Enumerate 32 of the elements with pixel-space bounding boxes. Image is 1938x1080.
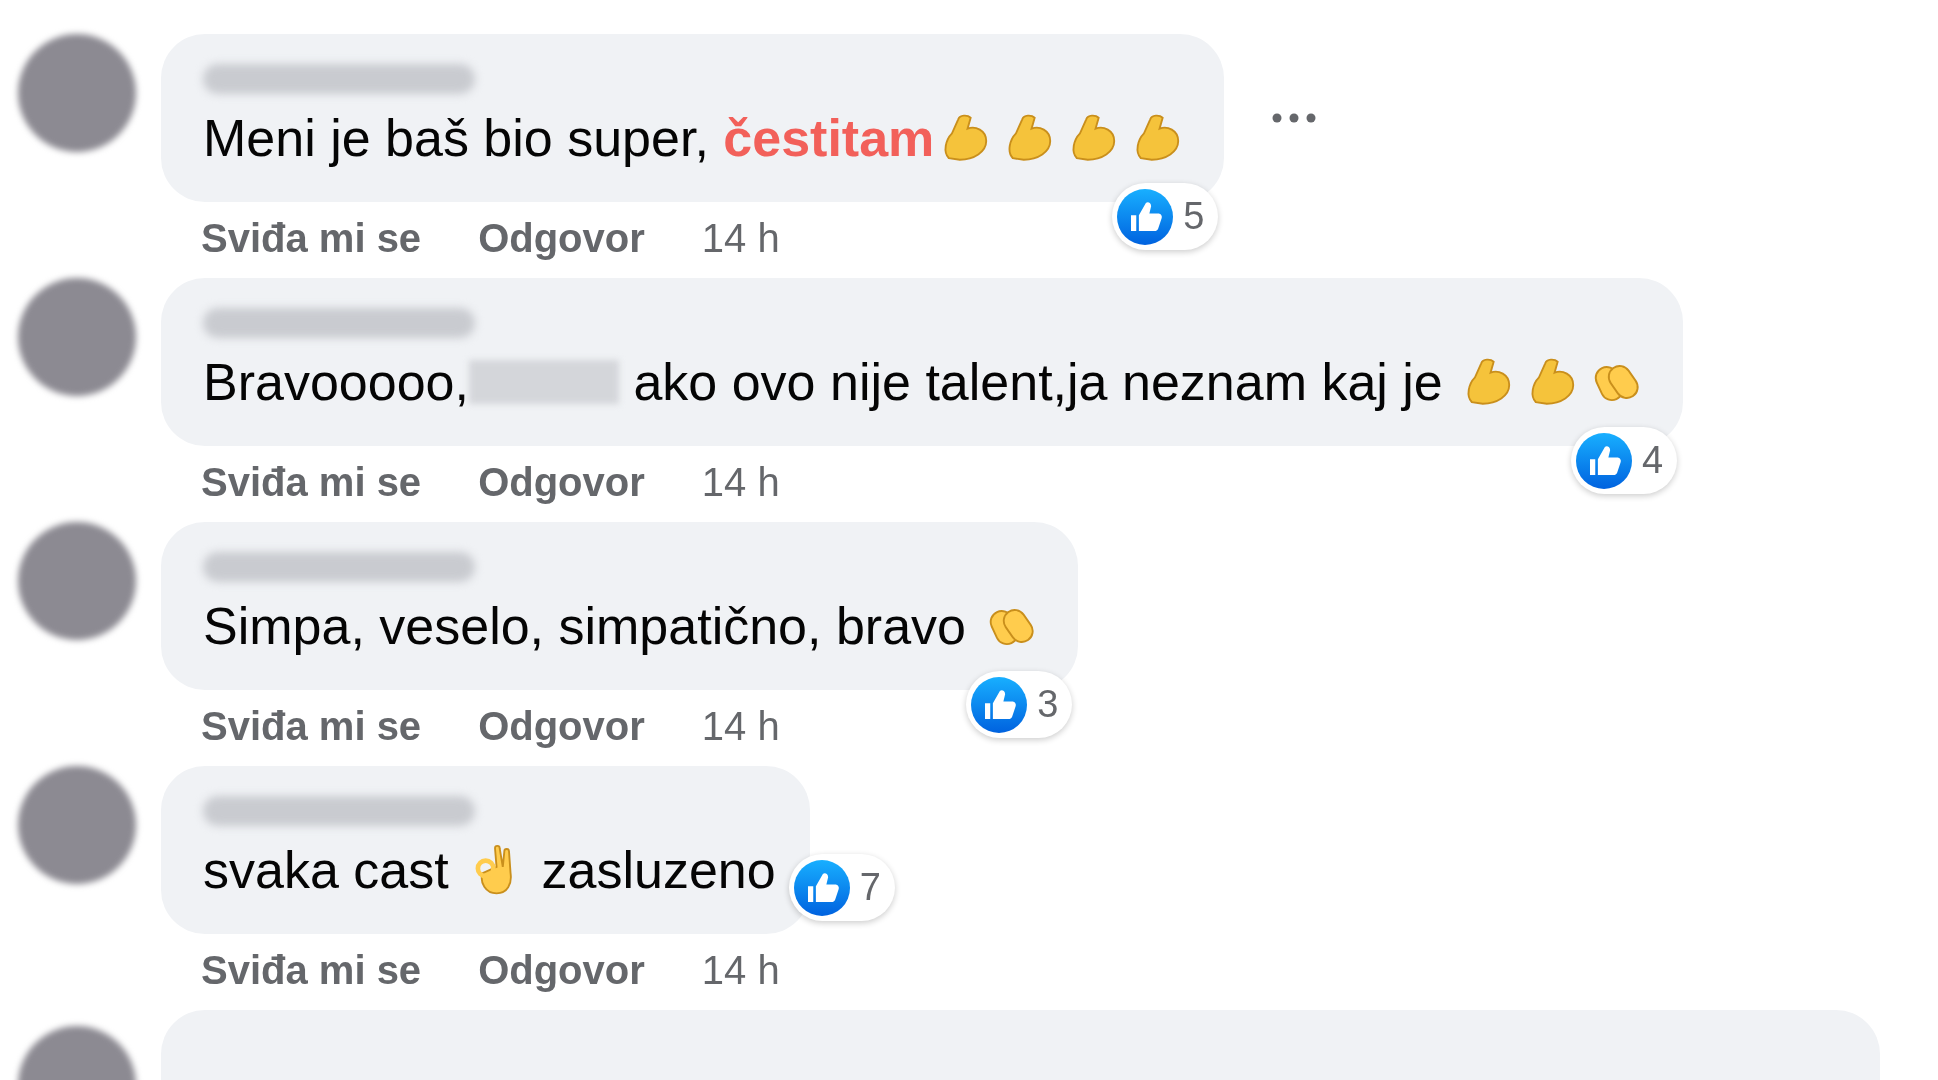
like-icon bbox=[971, 676, 1028, 733]
highlighted-word: čestitam bbox=[723, 108, 935, 169]
comment-text: svaka cast bbox=[203, 840, 450, 901]
reply-link[interactable]: Odgovor bbox=[478, 696, 645, 756]
like-link[interactable]: Sviđa mi se bbox=[201, 208, 422, 268]
more-options-icon[interactable] bbox=[1272, 113, 1317, 123]
reaction-count-badge[interactable]: 3 bbox=[966, 671, 1073, 738]
comment-time[interactable]: 14 h bbox=[701, 696, 780, 756]
comment-text: ako ovo nije talent,ja neznam kaj je bbox=[632, 352, 1444, 413]
like-icon bbox=[1117, 188, 1174, 245]
like-link[interactable]: Sviđa mi se bbox=[201, 452, 422, 512]
comment-time[interactable]: 14 h bbox=[701, 208, 780, 268]
reply-link[interactable]: Odgovor bbox=[478, 940, 645, 1000]
like-icon bbox=[1576, 432, 1633, 489]
like-icon bbox=[793, 859, 850, 916]
avatar-placeholder[interactable] bbox=[18, 278, 136, 396]
comment-text: zasluzeno bbox=[540, 840, 776, 901]
reply-link[interactable]: Odgovor bbox=[478, 208, 645, 268]
avatar-placeholder[interactable] bbox=[18, 766, 136, 884]
reaction-count-badge[interactable]: 5 bbox=[1112, 183, 1219, 250]
reaction-count-badge[interactable]: 7 bbox=[788, 854, 895, 921]
like-link[interactable]: Sviđa mi se bbox=[201, 696, 422, 756]
reaction-count-badge[interactable]: 4 bbox=[1571, 427, 1678, 494]
comment-text: Meni je baš bio super, bbox=[203, 108, 710, 169]
comment-text: Bravooooo, bbox=[203, 352, 469, 413]
reply-link[interactable]: Odgovor bbox=[478, 452, 645, 512]
avatar-placeholder[interactable] bbox=[18, 522, 136, 640]
comment-text: Simpa, veselo, simpatično, bravo bbox=[203, 596, 967, 657]
comment-time[interactable]: 14 h bbox=[701, 452, 780, 512]
like-link[interactable]: Sviđa mi se bbox=[201, 940, 422, 1000]
avatar-placeholder[interactable] bbox=[18, 34, 136, 152]
comment-time[interactable]: 14 h bbox=[701, 940, 780, 1000]
